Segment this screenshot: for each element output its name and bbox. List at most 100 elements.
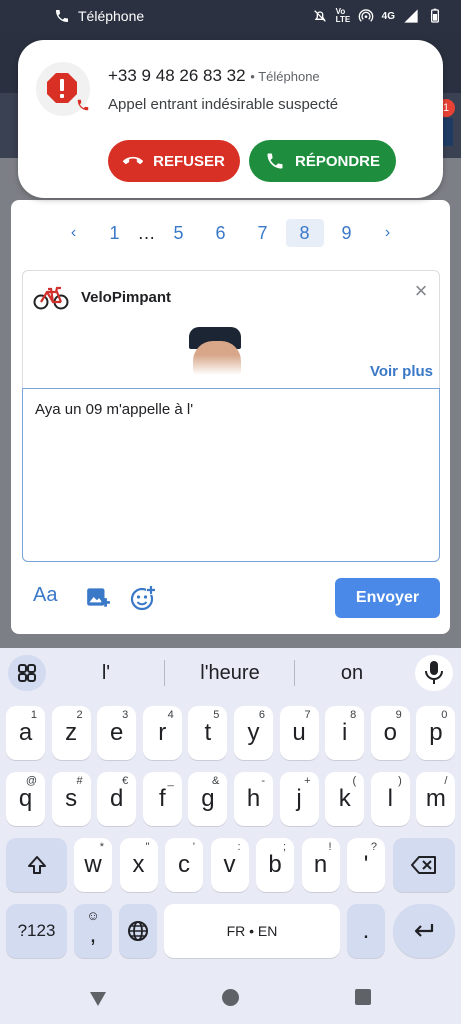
suggestion-3[interactable]: on <box>302 662 402 685</box>
key-c[interactable]: c ' <box>165 838 203 892</box>
suggestion-divider <box>294 660 295 686</box>
emoji-comma-key[interactable]: ☺ , <box>74 904 112 958</box>
answer-call-button[interactable]: RÉPONDRE <box>249 140 396 182</box>
key-secondary-label: / <box>444 775 448 787</box>
page-link-5[interactable]: 5 <box>158 219 200 247</box>
key-v[interactable]: v: <box>210 838 249 892</box>
system-navigation-bar <box>0 978 461 1024</box>
enter-key[interactable] <box>393 904 455 958</box>
key-e[interactable]: e3 <box>97 706 137 760</box>
key-secondary-label: ) <box>398 775 402 787</box>
backspace-key[interactable] <box>393 838 455 892</box>
key-t[interactable]: t5 <box>188 706 228 760</box>
recents-icon[interactable] <box>355 989 371 1005</box>
call-source-app: Téléphone <box>258 69 320 84</box>
text-format-button[interactable]: Aa <box>33 584 57 607</box>
comma-label: , <box>89 921 97 948</box>
back-icon[interactable] <box>88 988 108 1008</box>
key-secondary-label: & <box>212 775 220 787</box>
spam-alert-badge <box>36 62 90 116</box>
key-h[interactable]: h- <box>234 772 273 826</box>
add-emoji-icon[interactable] <box>129 584 157 612</box>
key-x[interactable]: x " <box>119 838 158 892</box>
message-textarea[interactable]: Aya un 09 m'appelle à l' <box>22 388 440 562</box>
mute-icon <box>313 10 326 22</box>
key-i[interactable]: i8 <box>325 706 365 760</box>
key-p[interactable]: p0 <box>416 706 456 760</box>
key-label: o <box>383 719 397 746</box>
see-more-link[interactable]: Voir plus <box>370 363 433 380</box>
key-secondary-label: ; <box>282 841 286 853</box>
key-u[interactable]: u7 <box>279 706 319 760</box>
voice-input-button[interactable] <box>415 655 453 691</box>
key-m[interactable]: m / <box>416 772 456 826</box>
key-secondary-label: + <box>304 775 311 787</box>
key-secondary-label: 2 <box>76 709 83 721</box>
key-b[interactable]: b; <box>256 838 294 892</box>
key-n[interactable]: n! <box>301 838 340 892</box>
key-o[interactable]: o9 <box>370 706 410 760</box>
key-z[interactable]: z2 <box>51 706 91 760</box>
keyboard-menu-button[interactable] <box>8 655 46 691</box>
decline-label: REFUSER <box>153 152 225 170</box>
add-image-icon[interactable] <box>85 584 111 610</box>
key-label: j <box>296 785 302 812</box>
shift-icon <box>27 856 46 874</box>
key-g[interactable]: g & <box>188 772 228 826</box>
key-r[interactable]: r4 <box>142 706 182 760</box>
key-secondary-label: 6 <box>258 709 265 721</box>
language-key[interactable] <box>119 904 157 958</box>
key-label: p <box>429 719 443 746</box>
close-quote-icon[interactable]: × <box>411 280 431 302</box>
key-secondary-label: ? <box>370 841 377 853</box>
page-link-9[interactable]: 9 <box>326 219 368 247</box>
space-key[interactable]: FR • EN <box>164 904 340 958</box>
key-secondary-label: 5 <box>213 709 220 721</box>
page-link-7[interactable]: 7 <box>242 219 284 247</box>
key-secondary-label: ( <box>352 775 357 787</box>
key-label: l <box>387 785 393 812</box>
period-key[interactable]: . <box>347 904 385 958</box>
symbols-key[interactable]: ?123 <box>6 904 67 958</box>
page-link-1[interactable]: 1 <box>94 219 136 247</box>
network-type: 4G <box>381 10 395 22</box>
key-s[interactable]: s # <box>51 772 91 826</box>
key-f[interactable]: f _ <box>142 772 182 826</box>
key-a[interactable]: a1 <box>6 706 45 760</box>
caller-number: +33 9 48 26 83 32 <box>108 66 246 85</box>
key-secondary-label: " <box>145 841 150 853</box>
key-secondary-label: ' <box>192 841 195 853</box>
status-bar: Téléphone Vo LTE 4G <box>0 0 461 32</box>
key-apostrophe[interactable]: '? <box>347 838 385 892</box>
key-l[interactable]: l) <box>370 772 410 826</box>
key-k[interactable]: k( <box>325 772 365 826</box>
key-label: z <box>65 719 78 746</box>
page-link-6[interactable]: 6 <box>200 219 242 247</box>
caller-line: +33 9 48 26 83 32 • Téléphone <box>108 66 320 85</box>
key-label: n <box>313 851 328 878</box>
home-icon[interactable] <box>222 989 239 1006</box>
key-y[interactable]: y6 <box>234 706 273 760</box>
suggestion-2[interactable]: l'heure <box>180 662 280 685</box>
hotspot-icon <box>358 9 373 22</box>
key-label: y <box>247 719 260 746</box>
key-w[interactable]: w * <box>74 838 112 892</box>
shift-key[interactable] <box>6 838 67 892</box>
incoming-call-notification[interactable]: +33 9 48 26 83 32 • Téléphone Appel entr… <box>18 40 443 198</box>
microphone-icon <box>425 661 443 684</box>
answer-label: RÉPONDRE <box>294 152 380 170</box>
key-label: f <box>158 785 166 812</box>
next-page-button[interactable]: › <box>368 219 408 247</box>
suggestion-1[interactable]: l' <box>56 662 156 685</box>
composer-header: VeloPimpant <box>23 271 439 323</box>
key-label: k <box>338 785 351 812</box>
key-label: t <box>204 719 212 746</box>
decline-call-button[interactable]: REFUSER <box>108 140 240 182</box>
emoji-small-icon: ☺ <box>86 908 100 923</box>
key-q[interactable]: q @ <box>6 772 45 826</box>
key-j[interactable]: j + <box>279 772 319 826</box>
prev-page-button[interactable]: ‹ <box>54 219 94 247</box>
page-link-8-current[interactable]: 8 <box>285 219 324 247</box>
send-button[interactable]: Envoyer <box>335 578 440 618</box>
key-d[interactable]: d € <box>97 772 137 826</box>
